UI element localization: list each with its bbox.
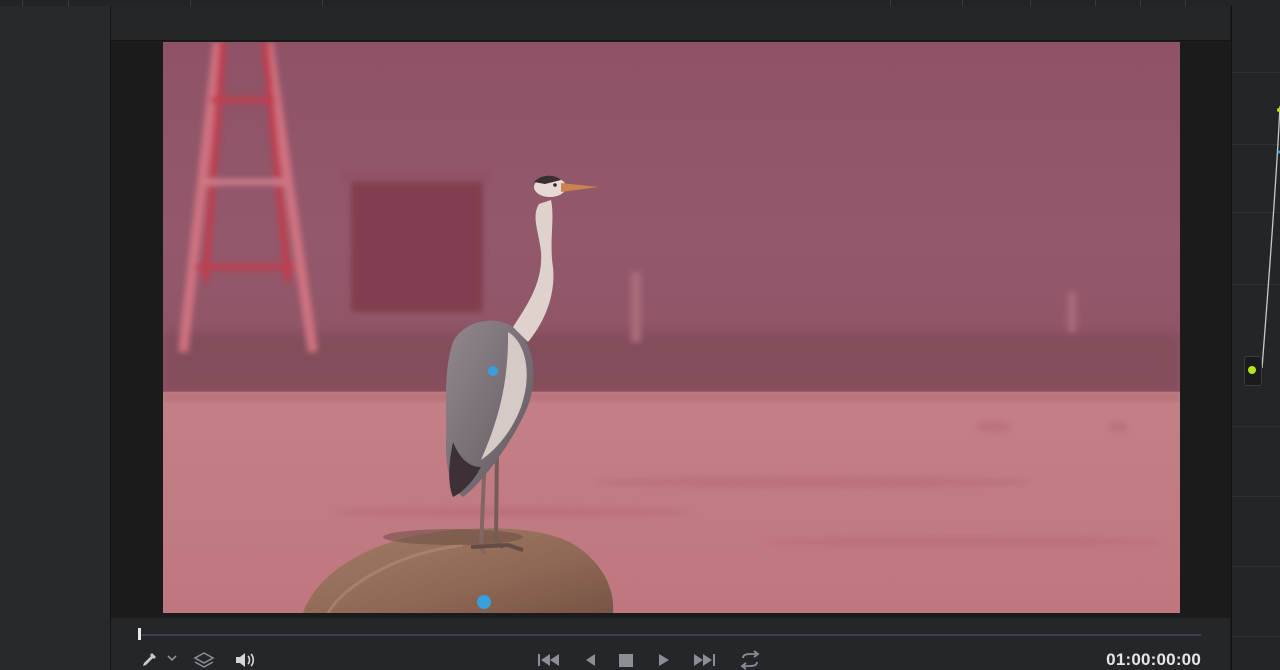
eyedropper-icon[interactable] bbox=[139, 650, 159, 670]
video-frame[interactable] bbox=[163, 42, 1180, 613]
node-output-dot bbox=[1248, 366, 1256, 374]
skip-forward-icon[interactable] bbox=[691, 650, 717, 670]
playhead-handle[interactable] bbox=[138, 628, 141, 640]
viewer-header bbox=[111, 6, 1230, 41]
timeline-scrubber[interactable] bbox=[139, 634, 1201, 636]
transport-controls: 01:00:00:00 bbox=[111, 648, 1230, 670]
left-panel bbox=[0, 6, 111, 670]
skip-back-icon[interactable] bbox=[536, 650, 562, 670]
stop-icon[interactable] bbox=[617, 650, 635, 670]
scrub-bar bbox=[111, 618, 1230, 648]
speaker-icon[interactable] bbox=[233, 650, 257, 670]
timecode-display: 01:00:00:00 bbox=[1106, 650, 1201, 669]
viewer-canvas bbox=[111, 41, 1230, 618]
node-editor-panel bbox=[1231, 6, 1280, 670]
node-output-connector[interactable] bbox=[1244, 356, 1262, 386]
viewer-panel: 01:00:00:00 bbox=[111, 6, 1230, 670]
loop-icon[interactable] bbox=[737, 650, 763, 670]
layers-icon[interactable] bbox=[193, 650, 215, 670]
app-window: 01:00:00:00 bbox=[0, 0, 1280, 670]
play-icon[interactable] bbox=[655, 650, 673, 670]
chevron-down-icon[interactable] bbox=[166, 652, 178, 664]
step-back-icon[interactable] bbox=[581, 650, 599, 670]
